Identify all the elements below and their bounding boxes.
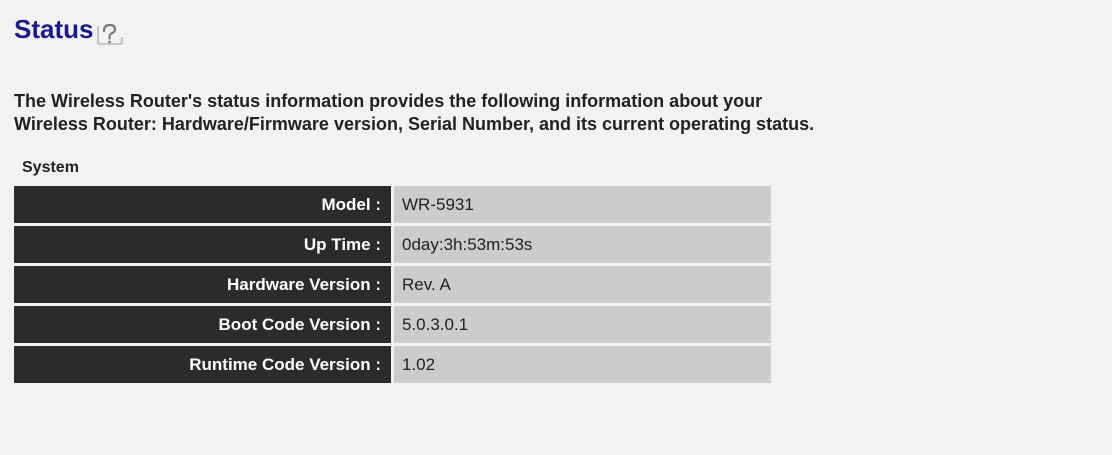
boot-code-version-label: Boot Code Version :: [14, 306, 394, 343]
hardware-version-value: Rev. A: [394, 266, 771, 303]
system-section-label: System: [22, 159, 79, 176]
help-question-icon[interactable]: [95, 20, 125, 46]
table-row-boot-code-version: Boot Code Version : 5.0.3.0.1: [14, 306, 771, 343]
title-row: Status: [14, 2, 1112, 46]
table-row-runtime-code-version: Runtime Code Version : 1.02: [14, 346, 771, 383]
runtime-code-version-value: 1.02: [394, 346, 771, 383]
boot-code-version-value: 5.0.3.0.1: [394, 306, 771, 343]
table-row-up-time: Up Time : 0day:3h:53m:53s: [14, 226, 771, 263]
status-page: Status The Wireless Router's status info…: [0, 0, 1112, 455]
page-title: Status: [14, 14, 94, 44]
up-time-value: 0day:3h:53m:53s: [394, 226, 771, 263]
runtime-code-version-label: Runtime Code Version :: [14, 346, 394, 383]
up-time-label: Up Time :: [14, 226, 394, 263]
status-description: The Wireless Router's status information…: [14, 90, 1112, 136]
description-line-1: The Wireless Router's status information…: [14, 91, 763, 111]
table-row-model: Model : WR-5931: [14, 186, 771, 223]
hardware-version-label: Hardware Version :: [14, 266, 394, 303]
table-row-hardware-version: Hardware Version : Rev. A: [14, 266, 771, 303]
model-label: Model :: [14, 186, 394, 223]
system-info-table: Model : WR-5931 Up Time : 0day:3h:53m:53…: [14, 183, 771, 386]
description-line-2: Wireless Router: Hardware/Firmware versi…: [14, 114, 815, 134]
model-value: WR-5931: [394, 186, 771, 223]
